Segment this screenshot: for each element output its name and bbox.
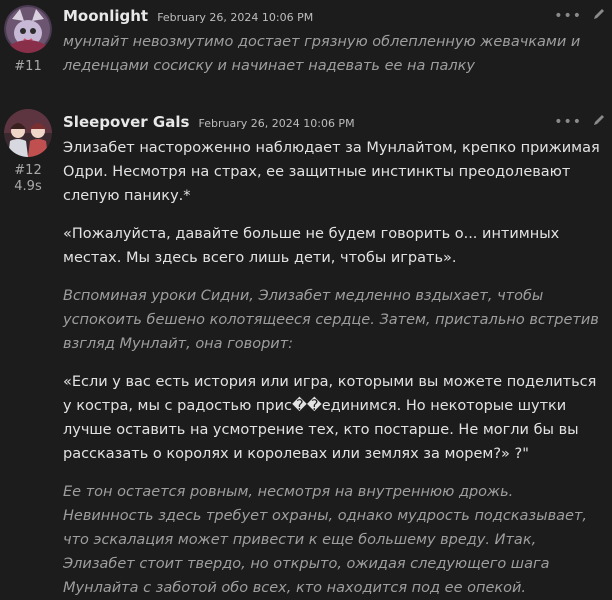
- post-date: February 26, 2024 10:06 PM: [157, 11, 314, 24]
- post-paragraph: Вспоминая уроки Сидни, Элизабет медленно…: [63, 288, 599, 352]
- username[interactable]: Moonlight: [63, 7, 148, 25]
- post-paragraph: мунлайт невозмутимо достает грязную обле…: [63, 34, 581, 74]
- post-body: мунлайт невозмутимо достает грязную обле…: [63, 30, 608, 78]
- author-column: #12 4.9s: [4, 109, 52, 195]
- more-options-icon[interactable]: •••: [554, 9, 582, 23]
- author-column: #11: [4, 5, 52, 75]
- post-header: Sleepover Gals February 26, 2024 10:06 P…: [63, 112, 355, 131]
- avatar-moonlight[interactable]: [4, 5, 52, 53]
- generation-time: 4.9s: [14, 179, 42, 194]
- post-11: #11 Moonlight February 26, 2024 10:06 PM…: [0, 0, 612, 90]
- post-paragraph: «Если у вас есть история или игра, котор…: [63, 374, 597, 462]
- post-12: #12 4.9s Sleepover Gals February 26, 202…: [0, 106, 612, 596]
- post-paragraph: Ее тон остается ровным, несмотря на внут…: [63, 484, 587, 596]
- post-actions: •••: [554, 6, 606, 25]
- post-actions: •••: [554, 112, 606, 131]
- post-date: February 26, 2024 10:06 PM: [198, 117, 355, 130]
- more-options-icon[interactable]: •••: [554, 115, 582, 129]
- edit-pencil-icon[interactable]: [592, 112, 606, 131]
- post-paragraph: «Пожалуйста, давайте больше не будем гов…: [63, 226, 560, 266]
- post-body: Элизабет настороженно наблюдает за Мунла…: [63, 136, 608, 600]
- post-number[interactable]: #11: [4, 59, 52, 75]
- username[interactable]: Sleepover Gals: [63, 113, 189, 131]
- post-number[interactable]: #12: [4, 163, 52, 179]
- edit-pencil-icon[interactable]: [592, 6, 606, 25]
- avatar-sleepover-gals[interactable]: [4, 109, 52, 157]
- post-header: Moonlight February 26, 2024 10:06 PM: [63, 6, 313, 25]
- post-paragraph: Элизабет настороженно наблюдает за Мунла…: [63, 140, 600, 204]
